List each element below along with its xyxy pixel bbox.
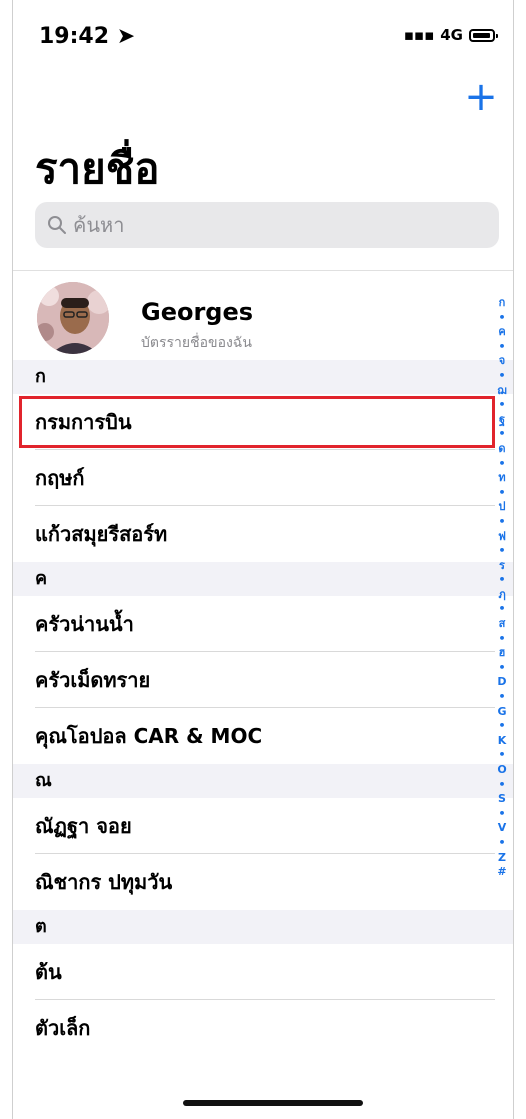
index-letter[interactable]: • bbox=[498, 486, 505, 501]
index-letter[interactable]: # bbox=[497, 865, 506, 880]
my-card[interactable]: Georges บัตรรายชื่อของฉัน bbox=[13, 272, 513, 360]
index-letter[interactable]: G bbox=[497, 705, 506, 720]
my-card-subtitle: บัตรรายชื่อของฉัน bbox=[141, 335, 252, 351]
status-time: 19:42 ➤ bbox=[39, 24, 135, 49]
status-right: ▪▪▪ 4G bbox=[403, 26, 498, 44]
contact-name: ณัฏฐา จอย bbox=[35, 814, 132, 838]
contact-row[interactable]: ครัวน่านน้ำ bbox=[13, 596, 513, 652]
index-letter[interactable]: ฮ bbox=[499, 646, 506, 661]
index-letter[interactable]: K bbox=[498, 734, 507, 749]
index-letter[interactable]: V bbox=[498, 821, 507, 836]
index-letter[interactable]: • bbox=[498, 778, 505, 793]
avatar bbox=[37, 282, 109, 354]
signal-icon: ▪▪▪ bbox=[403, 26, 435, 44]
contact-row[interactable]: ณิชากร ปทุมวัน bbox=[13, 854, 513, 910]
contact-row[interactable]: กรมการบิน bbox=[13, 394, 513, 450]
avatar-photo bbox=[37, 282, 109, 354]
contact-row[interactable]: ณัฏฐา จอย bbox=[13, 798, 513, 854]
battery-icon bbox=[469, 28, 498, 42]
page-title: รายชื่อ bbox=[35, 144, 160, 193]
contact-row[interactable]: คุณโอปอล CAR & MOC bbox=[13, 708, 513, 764]
contact-row[interactable]: ตัวเล็ก bbox=[13, 1000, 513, 1056]
section-header: ต bbox=[13, 910, 513, 944]
contact-name: แก้วสมุยรีสอร์ท bbox=[35, 522, 168, 546]
index-letter[interactable]: • bbox=[498, 398, 505, 413]
index-letter[interactable]: ป bbox=[499, 500, 506, 515]
index-letter[interactable]: ด bbox=[498, 442, 505, 457]
contact-row[interactable]: กฤษก์ bbox=[13, 450, 513, 506]
index-letter[interactable]: D bbox=[497, 675, 506, 690]
index-letter[interactable]: • bbox=[498, 807, 505, 822]
index-letter[interactable]: • bbox=[498, 427, 505, 442]
index-letter[interactable]: • bbox=[498, 457, 505, 472]
contact-name: คุณโอปอล CAR & MOC bbox=[35, 724, 263, 748]
contact-name: ต้น bbox=[35, 960, 62, 984]
contact-name: กรมการบิน bbox=[35, 410, 132, 434]
index-letter[interactable]: จ bbox=[499, 354, 505, 369]
index-letter[interactable]: S bbox=[498, 792, 506, 807]
index-letter[interactable]: • bbox=[498, 544, 505, 559]
search-icon bbox=[48, 216, 66, 234]
contact-name: ตัวเล็ก bbox=[35, 1016, 91, 1040]
index-letter[interactable]: Z bbox=[498, 851, 506, 866]
index-letter[interactable]: • bbox=[498, 340, 505, 355]
index-letter[interactable]: • bbox=[498, 719, 505, 734]
index-letter[interactable]: • bbox=[498, 690, 505, 705]
section-header: ณ bbox=[13, 764, 513, 798]
divider bbox=[13, 270, 513, 271]
status-bar: 19:42 ➤ ▪▪▪ 4G bbox=[13, 0, 513, 70]
search-placeholder: ค้นหา bbox=[73, 213, 125, 237]
index-letter[interactable]: ก bbox=[499, 296, 506, 311]
index-letter[interactable]: • bbox=[498, 632, 505, 647]
contact-name: ครัวน่านน้ำ bbox=[35, 612, 134, 636]
index-letter[interactable]: ค bbox=[498, 325, 505, 340]
index-letter[interactable]: ร bbox=[499, 559, 505, 574]
section-header: ก bbox=[13, 360, 513, 394]
index-letter[interactable]: O bbox=[497, 763, 506, 778]
section-header: ค bbox=[13, 562, 513, 596]
contact-row[interactable]: ครัวเม็ดทราย bbox=[13, 652, 513, 708]
my-card-name: Georges bbox=[141, 298, 254, 326]
index-letter[interactable]: ฌ bbox=[497, 384, 506, 399]
contact-name: ณิชากร ปทุมวัน bbox=[35, 870, 173, 894]
index-letter[interactable]: ท bbox=[498, 471, 505, 486]
contact-list: ก กรมการบิน กฤษก์ แก้วสมุยรีสอร์ท ค ครัว… bbox=[13, 360, 513, 1056]
index-letter[interactable]: ฐ bbox=[499, 413, 505, 428]
index-letter[interactable]: • bbox=[498, 369, 505, 384]
contact-row[interactable]: ต้น bbox=[13, 944, 513, 1000]
index-letter[interactable]: • bbox=[498, 515, 505, 530]
index-letter[interactable]: • bbox=[498, 311, 505, 326]
index-letter[interactable]: ส bbox=[499, 617, 506, 632]
contact-name: ครัวเม็ดทราย bbox=[35, 668, 151, 692]
location-arrow-icon: ➤ bbox=[116, 24, 136, 49]
network-label: 4G bbox=[440, 26, 463, 44]
index-letter[interactable]: • bbox=[498, 748, 505, 763]
section-index-bar[interactable]: ก • ค • จ • ฌ • ฐ • ด • ท • ป • ฟ • ร • ฦ • ส • ฮ • D • G • K • O • S • V • Z # bbox=[495, 296, 509, 880]
index-letter[interactable]: • bbox=[498, 602, 505, 617]
search-input[interactable]: ค้นหา bbox=[35, 202, 499, 248]
contact-name: กฤษก์ bbox=[35, 466, 85, 490]
index-letter[interactable]: ฟ bbox=[498, 530, 506, 545]
index-letter[interactable]: ฦ bbox=[498, 588, 505, 603]
contact-row[interactable]: แก้วสมุยรีสอร์ท bbox=[13, 506, 513, 562]
time-text: 19:42 bbox=[39, 24, 110, 49]
index-letter[interactable]: • bbox=[498, 661, 505, 676]
index-letter[interactable]: • bbox=[498, 836, 505, 851]
add-contact-button[interactable]: + bbox=[463, 77, 499, 117]
contacts-screen: 19:42 ➤ ▪▪▪ 4G + รายชื่อ ค้นหา Georges บ… bbox=[12, 0, 514, 1119]
home-indicator[interactable] bbox=[183, 1100, 363, 1106]
index-letter[interactable]: • bbox=[498, 573, 505, 588]
